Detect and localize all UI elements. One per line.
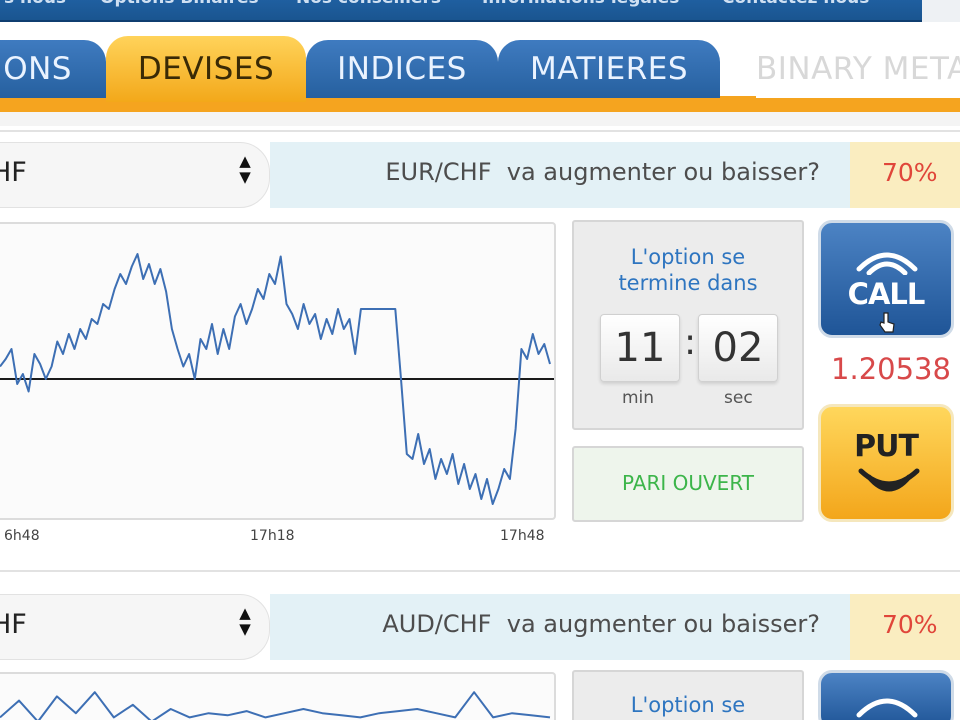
- payout-percent: 70%: [882, 158, 938, 187]
- current-price: 1.20538: [831, 352, 951, 386]
- updown-arrows-icon: ▲ ▼: [239, 604, 251, 638]
- payout-box: 70%: [850, 594, 960, 660]
- question-text: AUD/CHF va augmenter ou baisser?: [382, 610, 820, 638]
- signal-arcs-up-icon: [856, 252, 918, 275]
- question-bar: AUD/CHF va augmenter ou baisser?: [270, 594, 850, 660]
- price-chart: [0, 672, 556, 720]
- timer-colon: :: [684, 322, 697, 363]
- put-button[interactable]: PUT: [818, 404, 954, 522]
- top-nav-bar: s nous Options Binaires Nos conseillers …: [0, 0, 922, 22]
- price-chart-svg: [0, 691, 551, 720]
- nav-item-advisors[interactable]: Nos conseillers: [296, 0, 441, 8]
- payout-percent: 70%: [882, 610, 938, 639]
- smile-arcs-down-icon: [858, 468, 920, 492]
- nav-corner: [922, 0, 960, 22]
- asset-selector[interactable]: HF ▲ ▼: [0, 142, 270, 208]
- hand-cursor-icon: [879, 312, 895, 333]
- put-label: PUT: [854, 429, 919, 464]
- tabs-shadow: [0, 112, 960, 126]
- price-chart-svg: [0, 253, 554, 505]
- status-badge: PARI OUVERT: [622, 471, 754, 495]
- nav-item-contact[interactable]: Contactez nous: [722, 0, 869, 8]
- question-text: EUR/CHF va augmenter ou baisser?: [385, 158, 820, 186]
- signal-arcs-up-icon: [856, 698, 918, 718]
- question-pair: AUD/CHF: [382, 610, 492, 638]
- timer-seconds: 02: [698, 314, 778, 382]
- timer-title-1: L'option se: [630, 245, 746, 269]
- selector-value: HF: [0, 157, 27, 188]
- call-label: CALL: [847, 277, 926, 311]
- x-tick-label: 17h48: [500, 528, 545, 544]
- asset-selector[interactable]: HF ▲ ▼: [0, 594, 270, 660]
- status-box: PARI OUVERT: [572, 446, 804, 522]
- tab-matieres[interactable]: MATIERES: [498, 40, 720, 98]
- call-button[interactable]: CALL: [818, 220, 954, 338]
- tab-binary-meta[interactable]: BINARY META: [756, 40, 960, 98]
- x-tick-label: 17h18: [250, 528, 295, 544]
- price-chart: [0, 222, 556, 520]
- timer-box: L'option se termine dans 11 : 02 min sec: [572, 220, 804, 430]
- nav-item-about[interactable]: s nous: [4, 0, 66, 8]
- timer-min-label: min: [622, 388, 655, 408]
- tab-options[interactable]: IONS: [0, 40, 106, 98]
- timer-sec-label: sec: [724, 388, 753, 408]
- selector-value: HF: [0, 609, 27, 640]
- question-bar: EUR/CHF va augmenter ou baisser?: [270, 142, 850, 208]
- price-series-line: [0, 691, 551, 720]
- question-label: va augmenter ou baisser?: [506, 610, 820, 638]
- section-divider: [0, 570, 960, 572]
- payout-box: 70%: [850, 142, 960, 208]
- timer-title-1: L'option se: [630, 693, 746, 717]
- question-label: va augmenter ou baisser?: [506, 158, 820, 186]
- nav-item-options[interactable]: Options Binaires: [100, 0, 259, 8]
- timer-title-2: termine dans: [618, 271, 758, 295]
- x-tick-label: 6h48: [4, 528, 40, 544]
- tab-indices[interactable]: INDICES: [306, 40, 498, 98]
- updown-arrows-icon: ▲ ▼: [239, 152, 251, 186]
- call-button[interactable]: [818, 670, 954, 720]
- timer-box: L'option se: [572, 670, 804, 720]
- tab-devises[interactable]: DEVISES: [106, 36, 306, 102]
- section-divider: [0, 130, 960, 132]
- nav-item-legal[interactable]: Informations légales: [482, 0, 679, 8]
- question-pair: EUR/CHF: [385, 158, 492, 186]
- timer-minutes: 11: [600, 314, 680, 382]
